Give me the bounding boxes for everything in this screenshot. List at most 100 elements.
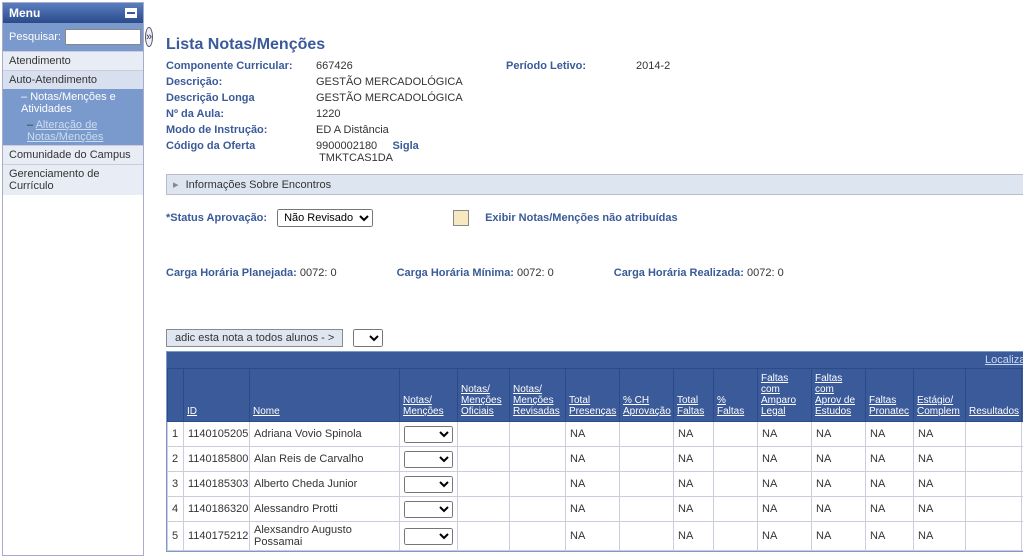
sidebar: Menu Pesquisar: » Atendimento Auto-Atend…	[2, 2, 144, 556]
search-label: Pesquisar:	[9, 31, 61, 43]
cell-notas[interactable]	[400, 447, 458, 472]
nav-gerenciamento[interactable]: Gerenciamento de Currículo	[3, 164, 143, 195]
notas-select[interactable]	[404, 528, 453, 545]
val-modo: ED A Distância	[316, 124, 496, 136]
th-nome[interactable]: Nome	[250, 369, 400, 422]
nav-auto-atendimento[interactable]: Auto-Atendimento	[3, 70, 143, 89]
cell-faltas: NA	[674, 497, 714, 522]
val-componente: 667426	[316, 60, 496, 72]
cell-notas[interactable]	[400, 497, 458, 522]
minimize-icon[interactable]	[125, 8, 137, 18]
cell-nome: Alan Reis de Carvalho	[250, 447, 400, 472]
cell-pronatec: NA	[866, 472, 914, 497]
th-revisadas[interactable]: Notas/ Menções Revisadas	[510, 369, 566, 422]
table-row: 11140105205Adriana Vovio SpinolaNANANANA…	[168, 422, 1023, 447]
localizar-link[interactable]: Localizar	[985, 354, 1023, 366]
notas-select[interactable]	[404, 451, 453, 468]
main-content: Nov Lista Notas/Menções Componente Curri…	[146, 0, 1023, 558]
cell-complem: NA	[914, 472, 966, 497]
nav-notas-atividades[interactable]: – Notas/Menções e Atividades	[3, 89, 143, 117]
table-toolbar: Localizar |	[167, 352, 1023, 368]
th-pronatec[interactable]: Faltas Pronatec	[866, 369, 914, 422]
cell-complem: NA	[914, 522, 966, 551]
cell-idx: 3	[168, 472, 184, 497]
cell-complem: NA	[914, 422, 966, 447]
cell-revisadas	[510, 522, 566, 551]
carga-row: Carga Horária Planejada: 0072: 0 Carga H…	[166, 267, 1023, 279]
cell-oficiais	[458, 522, 510, 551]
val-sigla: TMKTCAS1DA	[319, 152, 393, 164]
cell-resultados	[966, 472, 1022, 497]
cell-faltas: NA	[674, 447, 714, 472]
cell-complem: NA	[914, 497, 966, 522]
th-idx	[168, 369, 184, 422]
menu-header: Menu	[3, 3, 143, 23]
cell-amparo: NA	[758, 447, 812, 472]
grades-table: ID Nome Notas/ Menções Notas/ Menções Of…	[167, 368, 1023, 551]
notas-select[interactable]	[404, 426, 453, 443]
cell-resultados	[966, 522, 1022, 551]
table-row: 41140186320Alessandro ProttiNANANANANANA	[168, 497, 1023, 522]
encontros-bar[interactable]: ▸ Informações Sobre Encontros	[166, 174, 1023, 195]
add-nota-button[interactable]: adic esta nota a todos alunos - >	[166, 329, 343, 347]
cell-resultados	[966, 422, 1022, 447]
lbl-descricao: Descrição:	[166, 76, 306, 88]
cell-faltas: NA	[674, 472, 714, 497]
notas-select[interactable]	[404, 501, 453, 518]
cell-amparo: NA	[758, 472, 812, 497]
th-presencas[interactable]: Total Presenças	[566, 369, 620, 422]
cell-pronatec: NA	[866, 522, 914, 551]
cell-idx: 4	[168, 497, 184, 522]
cell-aprov: NA	[812, 447, 866, 472]
th-aprov[interactable]: Faltas com Aprov de Estudos	[812, 369, 866, 422]
table-row: 31140185303Alberto Cheda JuniorNANANANAN…	[168, 472, 1023, 497]
exibir-checkbox[interactable]	[453, 210, 469, 226]
lbl-descricao-longa: Descrição Longa	[166, 92, 306, 104]
cell-id: 1140186320	[184, 497, 250, 522]
nav-atendimento[interactable]: Atendimento	[3, 51, 143, 70]
th-pfaltas[interactable]: % Faltas	[714, 369, 758, 422]
th-complem[interactable]: Estágio/ Complem	[914, 369, 966, 422]
cell-presencas: NA	[566, 422, 620, 447]
cell-resultados	[966, 497, 1022, 522]
th-faltas[interactable]: Total Faltas	[674, 369, 714, 422]
nav-alteracao-notas[interactable]: – Alteração de Notas/Menções	[3, 117, 143, 145]
th-oficiais[interactable]: Notas/ Menções Oficiais	[458, 369, 510, 422]
status-aprov-select[interactable]: Não Revisado	[277, 209, 373, 227]
th-amparo[interactable]: Faltas com Amparo Legal	[758, 369, 812, 422]
cell-notas[interactable]	[400, 422, 458, 447]
info-grid: Componente Curricular: 667426 Período Le…	[166, 60, 1023, 164]
th-id[interactable]: ID	[184, 369, 250, 422]
add-nota-select[interactable]	[353, 329, 383, 347]
cell-faltas: NA	[674, 422, 714, 447]
lbl-status-aprov: *Status Aprovação:	[166, 212, 267, 224]
th-pct[interactable]: % CH Aprovação	[620, 369, 674, 422]
cell-presencas: NA	[566, 522, 620, 551]
notas-select[interactable]	[404, 476, 453, 493]
cell-revisadas	[510, 472, 566, 497]
cell-aprov: NA	[812, 522, 866, 551]
cell-pfaltas	[714, 522, 758, 551]
cell-pronatec: NA	[866, 422, 914, 447]
grades-table-wrap: Localizar | ID Nome Notas/ Menções	[166, 351, 1023, 552]
cell-id: 1140105205	[184, 422, 250, 447]
cell-notas[interactable]	[400, 472, 458, 497]
cell-pct	[620, 522, 674, 551]
nav-comunidade[interactable]: Comunidade do Campus	[3, 145, 143, 164]
val-num-aula: 1220	[316, 108, 496, 120]
cell-presencas: NA	[566, 497, 620, 522]
cell-idx: 1	[168, 422, 184, 447]
cell-resultados	[966, 447, 1022, 472]
cell-pronatec: NA	[866, 447, 914, 472]
cell-nome: Alexsandro Augusto Possamai	[250, 522, 400, 551]
cell-faltas: NA	[674, 522, 714, 551]
cell-idx: 5	[168, 522, 184, 551]
search-input[interactable]	[65, 29, 141, 45]
cell-pfaltas	[714, 422, 758, 447]
lbl-componente: Componente Curricular:	[166, 60, 306, 72]
th-notas[interactable]: Notas/ Menções	[400, 369, 458, 422]
cell-notas[interactable]	[400, 522, 458, 551]
th-resultados[interactable]: Resultados	[966, 369, 1022, 422]
val-descricao-longa: GESTÃO MERCADOLÓGICA	[316, 92, 496, 104]
cell-pct	[620, 447, 674, 472]
